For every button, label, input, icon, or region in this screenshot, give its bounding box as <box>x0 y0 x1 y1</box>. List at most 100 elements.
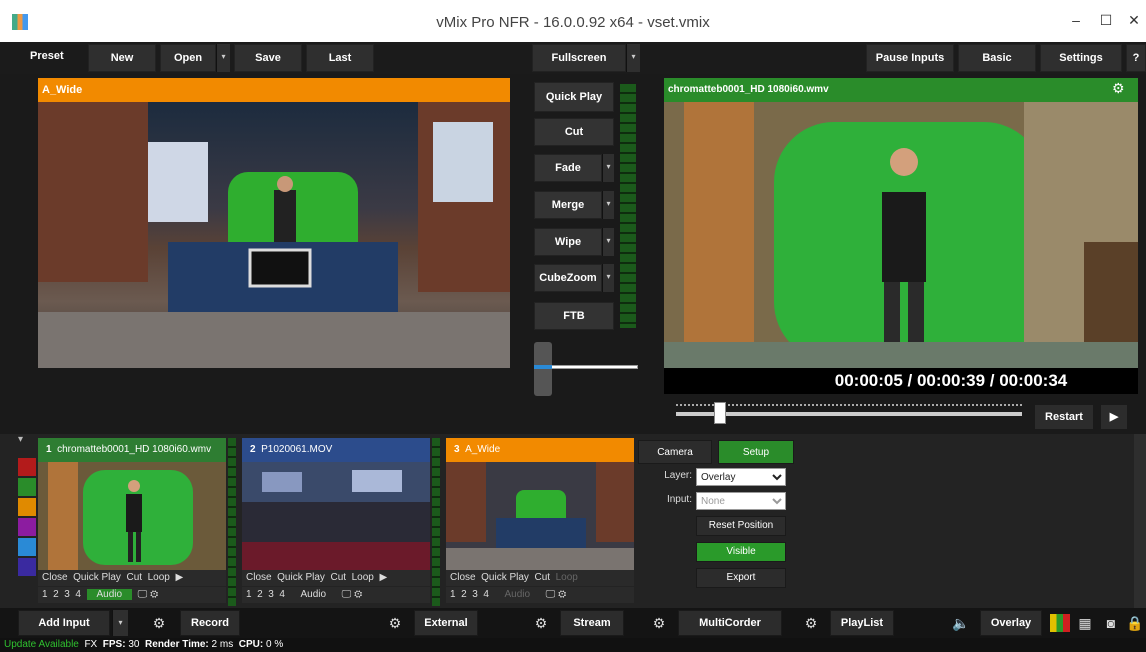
basic-button[interactable]: Basic <box>958 44 1036 72</box>
visible-button[interactable]: Visible <box>696 542 786 562</box>
output-video[interactable] <box>664 102 1138 368</box>
input-3-gear-icon[interactable]: ⚙ <box>558 589 566 600</box>
fade-button[interactable]: Fade <box>534 154 602 182</box>
audio-mixer-icon[interactable] <box>1050 614 1070 632</box>
input-1-overlay-4[interactable]: 4 <box>75 589 81 600</box>
color-tag-5[interactable] <box>18 538 36 556</box>
save-button[interactable]: Save <box>234 44 302 72</box>
cut-button[interactable]: Cut <box>534 118 614 146</box>
input-2-overlay-1[interactable]: 1 <box>246 589 252 600</box>
input-3-overlay-3[interactable]: 3 <box>472 589 478 600</box>
input-3-cut[interactable]: Cut <box>535 572 551 583</box>
cubezoom-dropdown-icon[interactable]: ▾ <box>602 264 614 292</box>
multicorder-settings-gear-icon[interactable]: ⚙ <box>648 610 670 636</box>
speaker-icon[interactable]: 🔈 <box>950 610 972 636</box>
close-button[interactable]: ✕ <box>1120 10 1146 30</box>
external-button[interactable]: External <box>414 610 478 636</box>
input-3-loop[interactable]: Loop <box>556 572 578 583</box>
add-input-dropdown-icon[interactable]: ▾ <box>112 610 128 636</box>
input-1-cut[interactable]: Cut <box>127 572 143 583</box>
play-button[interactable]: ▶ <box>1100 404 1128 430</box>
help-button[interactable]: ? <box>1126 44 1146 72</box>
merge-button[interactable]: Merge <box>534 191 602 219</box>
input-3-monitor-icon[interactable]: 🖵 <box>546 589 556 600</box>
settings-button[interactable]: Settings <box>1040 44 1122 72</box>
external-settings-gear-icon[interactable]: ⚙ <box>384 610 406 636</box>
collapse-arrow-icon[interactable]: ▾ <box>18 434 36 454</box>
merge-dropdown-icon[interactable]: ▾ <box>602 191 614 219</box>
tab-setup[interactable]: Setup <box>718 440 794 464</box>
maximize-button[interactable]: ☐ <box>1092 10 1120 30</box>
input-2-header[interactable]: 2 P1020061.MOV <box>242 438 430 462</box>
t-bar-handle[interactable] <box>534 342 552 396</box>
fade-dropdown-icon[interactable]: ▾ <box>602 154 614 182</box>
open-button[interactable]: Open <box>160 44 216 72</box>
quick-play-button[interactable]: Quick Play <box>534 82 614 112</box>
seek-track[interactable] <box>676 412 1022 416</box>
color-tag-1[interactable] <box>18 458 36 476</box>
input-select[interactable]: None <box>696 492 786 510</box>
input-2-cut[interactable]: Cut <box>331 572 347 583</box>
color-tag-3[interactable] <box>18 498 36 516</box>
wipe-dropdown-icon[interactable]: ▾ <box>602 228 614 256</box>
update-available-link[interactable]: Update Available <box>4 639 79 650</box>
input-1-thumbnail[interactable] <box>38 462 226 570</box>
layer-select[interactable]: Overlay <box>696 468 786 486</box>
input-2-audio-button[interactable]: Audio <box>291 589 337 600</box>
input-2-overlay-4[interactable]: 4 <box>279 589 285 600</box>
input-3-audio-button[interactable]: Audio <box>495 589 541 600</box>
last-button[interactable]: Last <box>306 44 374 72</box>
output-settings-gear-icon[interactable]: ⚙ <box>1112 80 1125 97</box>
input-1-overlay-3[interactable]: 3 <box>64 589 70 600</box>
export-button[interactable]: Export <box>696 568 786 588</box>
input-2-loop[interactable]: Loop <box>352 572 374 583</box>
stream-button[interactable]: Stream <box>560 610 624 636</box>
input-2-overlay-2[interactable]: 2 <box>257 589 263 600</box>
input-1-gear-icon[interactable]: ⚙ <box>150 589 158 600</box>
minimize-button[interactable]: – <box>1062 10 1090 30</box>
ftb-button[interactable]: FTB <box>534 302 614 330</box>
input-1-overlay-1[interactable]: 1 <box>42 589 48 600</box>
multicorder-button[interactable]: MultiCorder <box>678 610 782 636</box>
new-button[interactable]: New <box>88 44 156 72</box>
input-1-play-icon[interactable]: ▶ <box>175 572 183 583</box>
color-tag-6[interactable] <box>18 558 36 576</box>
input-1-header[interactable]: 1 chromatteb0001_HD 1080i60.wmv <box>38 438 226 462</box>
record-button[interactable]: Record <box>180 610 240 636</box>
playlist-settings-gear-icon[interactable]: ⚙ <box>800 610 822 636</box>
reset-position-button[interactable]: Reset Position <box>696 516 786 536</box>
preview-video[interactable] <box>38 102 510 368</box>
stream-settings-gear-icon[interactable]: ⚙ <box>530 610 552 636</box>
color-tag-4[interactable] <box>18 518 36 536</box>
input-1-loop[interactable]: Loop <box>148 572 170 583</box>
seek-handle[interactable] <box>714 402 726 424</box>
input-2-close[interactable]: Close <box>246 572 272 583</box>
input-2-overlay-3[interactable]: 3 <box>268 589 274 600</box>
inputs-scrollbar[interactable] <box>1134 434 1146 608</box>
input-3-overlay-2[interactable]: 2 <box>461 589 467 600</box>
input-1-audio-button[interactable]: Audio <box>86 589 133 600</box>
record-settings-gear-icon[interactable]: ⚙ <box>148 610 170 636</box>
pause-inputs-button[interactable]: Pause Inputs <box>866 44 954 72</box>
input-3-close[interactable]: Close <box>450 572 476 583</box>
fullscreen-dropdown-icon[interactable]: ▾ <box>626 44 640 72</box>
tab-camera[interactable]: Camera <box>638 440 712 464</box>
input-1-quick-play[interactable]: Quick Play <box>73 572 121 583</box>
fullscreen-button[interactable]: Fullscreen <box>532 44 626 72</box>
input-2-gear-icon[interactable]: ⚙ <box>354 589 362 600</box>
input-3-thumbnail[interactable] <box>446 462 634 570</box>
wipe-button[interactable]: Wipe <box>534 228 602 256</box>
input-3-header[interactable]: 3 A_Wide <box>446 438 634 462</box>
input-2-quick-play[interactable]: Quick Play <box>277 572 325 583</box>
multiview-grid-icon[interactable]: ▦ <box>1074 610 1096 636</box>
open-dropdown-icon[interactable]: ▾ <box>216 44 230 72</box>
input-1-overlay-2[interactable]: 2 <box>53 589 59 600</box>
input-3-quick-play[interactable]: Quick Play <box>481 572 529 583</box>
color-tag-2[interactable] <box>18 478 36 496</box>
input-1-monitor-icon[interactable]: 🖵 <box>138 589 148 600</box>
overlay-button[interactable]: Overlay <box>980 610 1042 636</box>
input-3-overlay-4[interactable]: 4 <box>483 589 489 600</box>
snapshot-icon[interactable]: ◙ <box>1100 610 1122 636</box>
input-3-overlay-1[interactable]: 1 <box>450 589 456 600</box>
cubezoom-button[interactable]: CubeZoom <box>534 264 602 292</box>
